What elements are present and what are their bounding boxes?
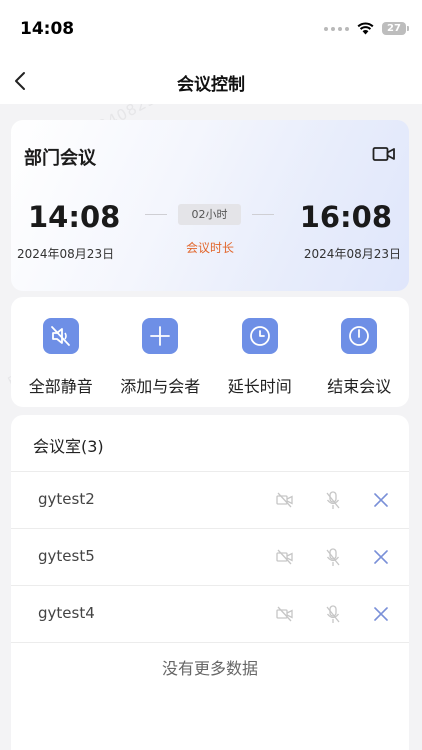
no-more-data-text: 没有更多数据 — [161, 659, 258, 678]
video-camera-icon — [372, 147, 395, 161]
participant-name: gytest5 — [38, 547, 95, 565]
remove-participant-button[interactable] — [371, 604, 391, 624]
mute-all-label: 全部静音 — [28, 377, 93, 396]
add-participant-button[interactable]: 添加与会者 — [111, 297, 211, 407]
mic-off-button[interactable] — [323, 490, 343, 510]
status-indicators: 27 — [324, 22, 409, 35]
mic-off-button[interactable] — [323, 547, 343, 567]
video-off-button[interactable] — [275, 490, 295, 510]
microphone-off-icon — [326, 548, 340, 566]
duration-badge: 02小时 — [178, 204, 241, 225]
duration-divider — [145, 214, 167, 215]
end-meeting-button[interactable]: 结束会议 — [310, 297, 410, 407]
participant-name: gytest2 — [38, 490, 95, 508]
mute-all-button[interactable]: 全部静音 — [11, 297, 111, 407]
power-icon — [341, 318, 378, 354]
video-toggle-button[interactable] — [372, 144, 396, 164]
end-time: 16:08 — [299, 200, 392, 234]
participant-row: gytest4 — [11, 586, 409, 643]
start-time: 14:08 — [28, 200, 121, 234]
status-bar: 14:08 27 — [0, 0, 422, 58]
meeting-room-card: 会议室(3) gytest2 gytest5 gytest4 没有更多数据 — [11, 415, 409, 750]
wifi-icon — [357, 22, 374, 35]
mic-off-button[interactable] — [323, 604, 343, 624]
room-header: 会议室(3) — [33, 437, 104, 456]
nav-bar: 会议控制 — [0, 58, 422, 104]
plus-icon — [142, 318, 179, 354]
close-icon — [374, 550, 388, 564]
add-participant-label: 添加与会者 — [120, 377, 201, 396]
video-off-button[interactable] — [275, 604, 295, 624]
battery-icon: 27 — [382, 22, 409, 35]
page-title: 会议控制 — [177, 75, 245, 95]
participant-row: gytest5 — [11, 529, 409, 586]
participant-name: gytest4 — [38, 604, 95, 622]
cellular-signal-icon — [324, 26, 349, 31]
microphone-off-icon — [326, 491, 340, 509]
meeting-info-card: 部门会议 14:08 2024年08月23日 02小时 会议时长 16:08 2… — [11, 120, 409, 291]
speaker-mute-icon — [42, 318, 79, 354]
end-meeting-label: 结束会议 — [327, 377, 392, 396]
clock-icon — [241, 318, 278, 354]
video-off-button[interactable] — [275, 547, 295, 567]
status-time: 14:08 — [20, 19, 75, 39]
video-off-icon — [276, 492, 293, 508]
remove-participant-button[interactable] — [371, 490, 391, 510]
video-off-icon — [276, 549, 293, 565]
participant-row: gytest2 — [11, 472, 409, 529]
duration-divider — [252, 214, 274, 215]
microphone-off-icon — [326, 605, 340, 623]
meeting-actions-card: 全部静音 添加与会者 延长时间 结束会议 — [11, 297, 409, 407]
extend-time-button[interactable]: 延长时间 — [210, 297, 310, 407]
end-date: 2024年08月23日 — [303, 247, 401, 261]
close-icon — [374, 607, 388, 621]
meeting-name: 部门会议 — [24, 148, 96, 169]
extend-time-label: 延长时间 — [227, 377, 292, 396]
close-icon — [374, 493, 388, 507]
video-off-icon — [276, 606, 293, 622]
remove-participant-button[interactable] — [371, 547, 391, 567]
